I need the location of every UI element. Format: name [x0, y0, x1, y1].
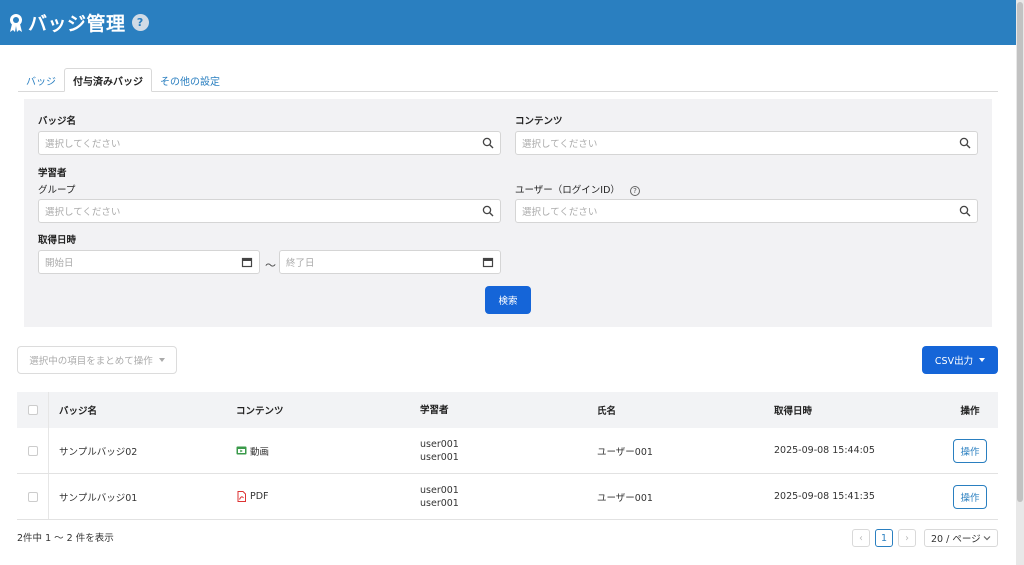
date-cell: 2025-09-08 15:41:35 — [774, 491, 875, 502]
name-cell: ユーザー001 — [597, 446, 653, 458]
content-text: 動画 — [250, 446, 270, 458]
badge-name-cell: サンプルバッジ01 — [59, 492, 138, 504]
search-icon[interactable] — [482, 205, 494, 217]
result-count: 2件中 1 ～ 2 件を表示 — [17, 533, 114, 544]
col-actions: 操作 — [960, 406, 980, 417]
col-learner: 学習者 — [420, 404, 449, 416]
content-cell: PDF — [226, 491, 411, 502]
badge-name-placeholder: 選択してください — [45, 139, 121, 150]
user-label: ユーザー（ログインID）? — [515, 182, 640, 196]
start-date-input[interactable]: 開始日 — [38, 250, 260, 274]
app-header: バッジ管理 ? — [0, 0, 1016, 45]
learner-line: user001 — [420, 438, 459, 450]
table-row: サンプルバッジ02 動画 user001 user001 ユーザー001 202… — [17, 428, 998, 474]
question-circle-icon[interactable]: ? — [629, 186, 640, 196]
awarded-badges-table: バッジ名 コンテンツ 学習者 氏名 取得日時 操作 サンプルバッジ02 動画 u… — [17, 392, 998, 520]
col-acquired-at: 取得日時 — [774, 406, 813, 417]
search-icon[interactable] — [959, 205, 971, 217]
badge-name-label: バッジ名 — [38, 116, 77, 127]
learner-cell: user001 user001 — [411, 438, 588, 464]
tab-awarded-badges[interactable]: 付与済みバッジ — [64, 68, 152, 92]
learner-cell: user001 user001 — [411, 484, 588, 510]
calendar-icon[interactable] — [241, 256, 253, 268]
prev-page-button[interactable]: ‹ — [852, 529, 870, 547]
col-content: コンテンツ — [236, 406, 284, 417]
group-input[interactable]: 選択してください — [38, 199, 501, 223]
tab-badges[interactable]: バッジ — [18, 68, 64, 92]
end-date-placeholder: 終了日 — [286, 258, 315, 269]
date-label: 取得日時 — [38, 235, 77, 246]
learner-line: user001 — [420, 451, 459, 463]
page-title: バッジ管理 — [28, 13, 126, 35]
video-icon — [236, 446, 247, 455]
name-cell: ユーザー001 — [597, 492, 653, 504]
badge-name-input[interactable]: 選択してください — [38, 131, 501, 155]
page-1-button[interactable]: 1 — [875, 529, 893, 547]
page-size-value: 20 / ページ — [931, 534, 981, 545]
tab-bar: バッジ 付与済みバッジ その他の設定 — [18, 68, 998, 92]
row-action-button[interactable]: 操作 — [953, 484, 987, 509]
table-header: バッジ名 コンテンツ 学習者 氏名 取得日時 操作 — [17, 392, 998, 428]
user-placeholder: 選択してください — [522, 207, 598, 218]
bulk-action-dropdown[interactable]: 選択中の項目をまとめて操作 — [17, 346, 177, 374]
learner-line: user001 — [420, 497, 459, 509]
group-placeholder: 選択してください — [45, 207, 121, 218]
user-label-text: ユーザー（ログインID） — [515, 185, 620, 196]
chevron-down-icon — [983, 536, 991, 541]
scrollbar[interactable] — [1016, 0, 1024, 565]
badge-name-cell: サンプルバッジ02 — [59, 446, 138, 458]
search-icon[interactable] — [959, 137, 971, 149]
csv-export-button[interactable]: CSV出力 — [922, 346, 998, 374]
end-date-input[interactable]: 終了日 — [279, 250, 501, 274]
tab-other-settings[interactable]: その他の設定 — [152, 68, 228, 92]
start-date-placeholder: 開始日 — [45, 258, 74, 269]
row-checkbox[interactable] — [27, 445, 38, 456]
learner-line: user001 — [420, 484, 459, 496]
bulk-action-label: 選択中の項目をまとめて操作 — [29, 356, 153, 367]
next-page-button[interactable]: › — [898, 529, 916, 547]
row-action-button[interactable]: 操作 — [953, 438, 987, 463]
content-input[interactable]: 選択してください — [515, 131, 978, 155]
table-row: サンプルバッジ01 PDF user001 user001 ユーザー001 20… — [17, 474, 998, 520]
pdf-icon — [237, 491, 246, 502]
search-button[interactable]: 検索 — [485, 286, 531, 314]
row-checkbox[interactable] — [27, 491, 38, 502]
content-text: PDF — [250, 491, 269, 502]
help-icon[interactable]: ? — [131, 14, 149, 31]
scrollbar-thumb[interactable] — [1017, 2, 1023, 502]
calendar-icon[interactable] — [482, 256, 494, 268]
learner-label: 学習者 — [38, 168, 67, 179]
col-name: 氏名 — [597, 406, 617, 417]
content-cell: 動画 — [226, 444, 411, 458]
csv-export-label: CSV出力 — [934, 356, 974, 367]
date-cell: 2025-09-08 15:44:05 — [774, 445, 875, 456]
date-range-separator: ～ — [265, 259, 276, 272]
select-all-checkbox[interactable] — [27, 405, 38, 415]
user-input[interactable]: 選択してください — [515, 199, 978, 223]
page-size-select[interactable]: 20 / ページ — [924, 529, 998, 547]
caret-down-icon — [158, 358, 165, 362]
content-placeholder: 選択してください — [522, 139, 598, 150]
content-label: コンテンツ — [515, 116, 563, 127]
badge-icon — [10, 13, 22, 32]
search-icon[interactable] — [482, 137, 494, 149]
group-label: グループ — [38, 185, 76, 196]
col-badge-name: バッジ名 — [59, 406, 98, 417]
caret-down-icon — [979, 358, 986, 362]
